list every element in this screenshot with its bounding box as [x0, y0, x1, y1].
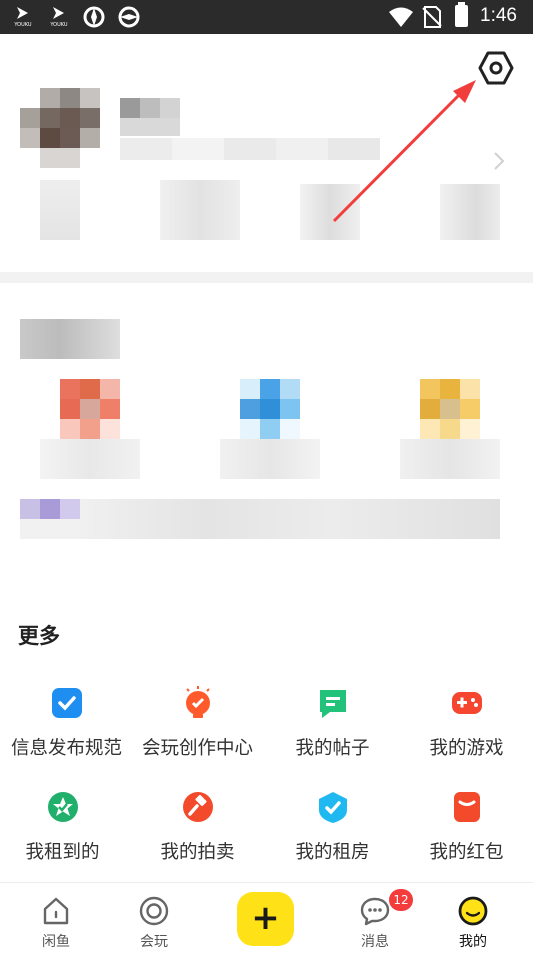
stat-item[interactable] — [300, 184, 360, 240]
grid-item-posting-rules[interactable]: 信息发布规范 — [0, 686, 133, 776]
target-icon — [139, 896, 169, 926]
wifi-icon — [389, 7, 413, 27]
message-badge: 12 — [389, 889, 413, 911]
grid-item-label: 我的租房 — [295, 842, 370, 863]
service-icon[interactable] — [240, 379, 300, 439]
clock-time: 1:46 — [480, 5, 517, 26]
profile-header — [0, 34, 533, 272]
chat-note-icon — [319, 690, 346, 718]
tab-label: 消息 — [361, 934, 389, 950]
tab-label: 会玩 — [140, 934, 168, 950]
grid-item-label: 我的游戏 — [429, 738, 504, 759]
check-badge-icon — [51, 688, 82, 718]
grid-item-my-red-envelopes[interactable]: 我的红包 — [400, 790, 533, 880]
card-title — [20, 319, 120, 359]
grid-item-my-rentals[interactable]: 我租到的 — [0, 790, 129, 880]
gamepad-icon — [451, 692, 482, 714]
service-icon[interactable] — [420, 379, 480, 439]
star-circle-icon — [47, 792, 78, 822]
no-sim-icon — [422, 6, 442, 28]
tab-label: 我的 — [459, 934, 487, 950]
profile-subtitle — [120, 138, 380, 160]
grid-item-my-renting-house[interactable]: 我的租房 — [266, 790, 399, 880]
shield-check-icon — [318, 792, 347, 823]
service-icon[interactable] — [60, 379, 120, 439]
grid-item-my-auctions[interactable]: 我的拍卖 — [131, 790, 264, 880]
youku-label: YOUKU — [50, 22, 68, 28]
tab-mine[interactable]: 我的 — [433, 883, 513, 955]
status-bar: YOUKU YOUKU 1:46 — [0, 0, 533, 34]
stat-item[interactable] — [40, 180, 80, 240]
youku-app-icon: YOUKU — [10, 4, 36, 30]
grid-item-my-games[interactable]: 我的游戏 — [400, 686, 533, 776]
grid-item-label: 我的红包 — [429, 842, 504, 863]
aperture-app-icon — [83, 6, 105, 28]
profile-face-icon — [458, 896, 488, 926]
publish-button[interactable]: + — [237, 892, 294, 946]
service-label — [220, 439, 320, 479]
service-label — [400, 439, 500, 479]
plus-icon: + — [251, 898, 280, 938]
settings-hexagon-icon[interactable] — [478, 50, 514, 86]
grid-item-my-posts[interactable]: 我的帖子 — [266, 686, 399, 776]
promo-banner[interactable] — [20, 499, 500, 539]
battery-icon — [455, 2, 468, 27]
grid-item-creator-center[interactable]: 会玩创作中心 — [131, 686, 264, 776]
grid-item-label: 我的拍卖 — [160, 842, 235, 863]
service-label — [40, 439, 140, 479]
aperture-app-icon — [118, 6, 140, 28]
gavel-icon — [182, 792, 213, 822]
tab-huiwan[interactable]: 会玩 — [114, 883, 194, 955]
red-envelope-icon — [453, 792, 480, 822]
nickname — [120, 98, 180, 136]
message-icon — [360, 897, 390, 926]
chevron-right-icon[interactable] — [492, 151, 506, 171]
tab-home[interactable]: 闲鱼 — [16, 883, 96, 955]
bulb-icon — [185, 686, 210, 718]
home-icon — [43, 897, 69, 925]
youku-app-icon: YOUKU — [46, 4, 72, 30]
youku-label: YOUKU — [14, 22, 32, 28]
grid-item-label: 我租到的 — [25, 842, 100, 863]
stat-item[interactable] — [440, 184, 500, 240]
stat-item[interactable] — [160, 180, 240, 240]
grid-item-label: 信息发布规范 — [10, 738, 122, 759]
avatar[interactable] — [20, 88, 102, 180]
grid-item-label: 我的帖子 — [295, 738, 370, 759]
services-card — [0, 283, 533, 578]
tab-label: 闲鱼 — [42, 934, 70, 950]
more-title: 更多 — [18, 624, 60, 648]
grid-item-label: 会玩创作中心 — [141, 738, 253, 759]
